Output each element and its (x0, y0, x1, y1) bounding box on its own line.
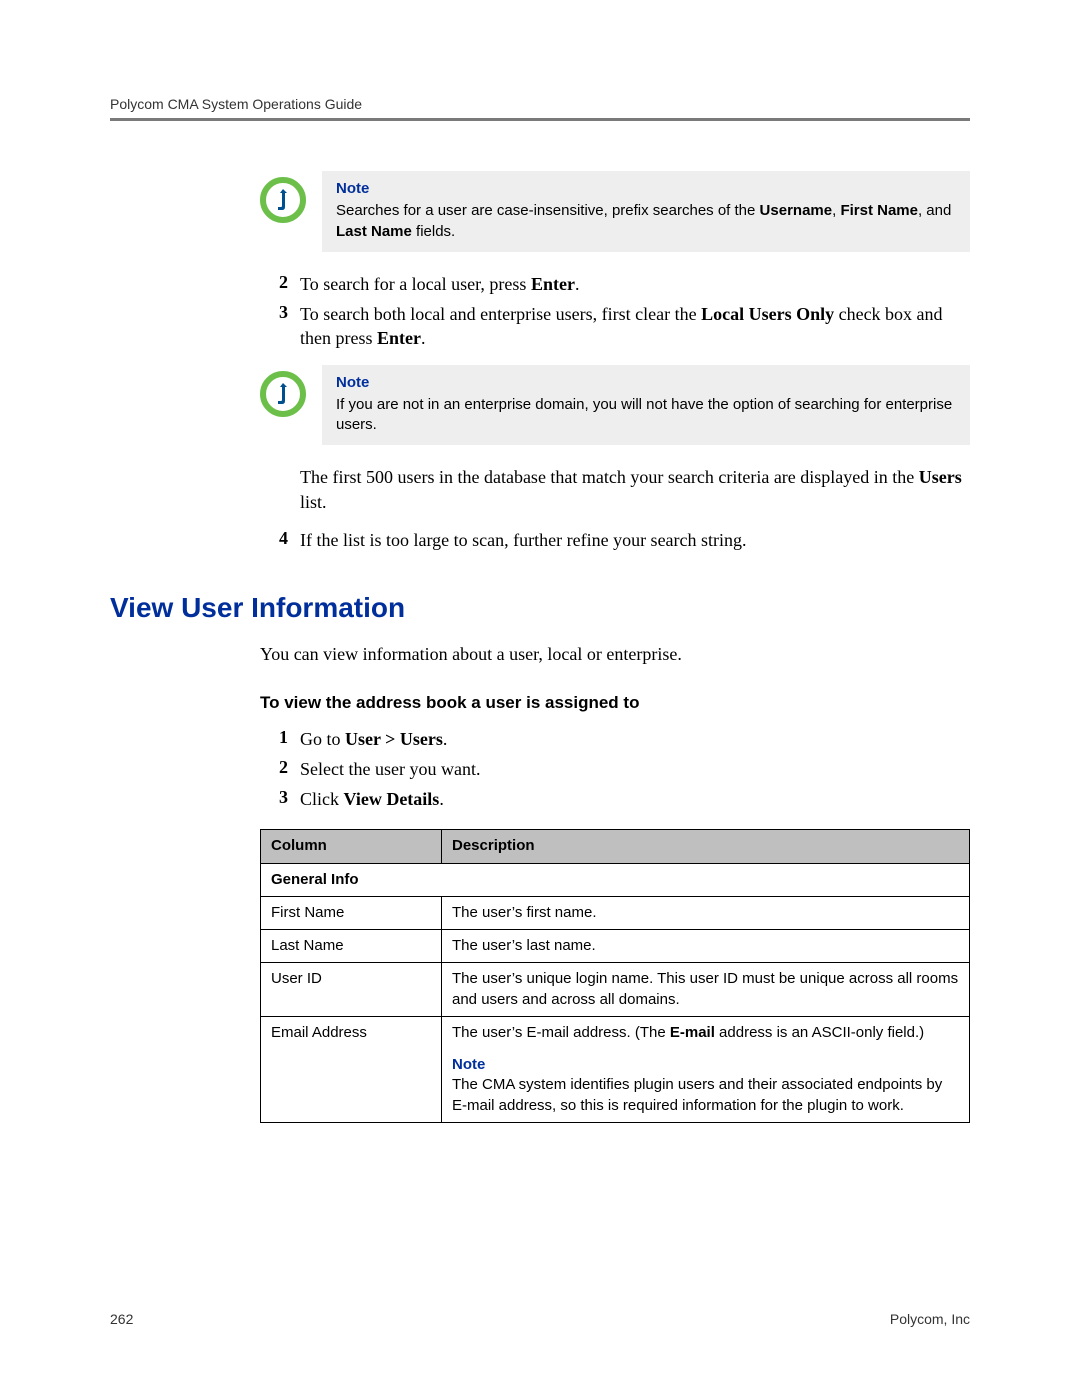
table-row: User ID The user’s unique login name. Th… (261, 963, 970, 1017)
table-cell: The user’s unique login name. This user … (442, 963, 970, 1017)
step-number: 3 (260, 302, 300, 351)
note-text: Searches for a user are case-insensitive… (336, 202, 951, 239)
step-text: To search for a local user, press Enter. (300, 272, 970, 296)
header-rule (110, 118, 970, 121)
body-paragraph: The first 500 users in the database that… (300, 465, 970, 514)
page-number: 262 (110, 1311, 133, 1327)
page-footer: 262 Polycom, Inc (110, 1311, 970, 1327)
note-block-1: Note Searches for a user are case-insens… (260, 171, 970, 252)
table-header-column: Column (261, 830, 442, 863)
body-paragraph: You can view information about a user, l… (260, 642, 970, 666)
step-number: 1 (260, 727, 300, 751)
table-row: Last Name The user’s last name. (261, 930, 970, 963)
page: Polycom CMA System Operations Guide Note… (0, 0, 1080, 1397)
section-heading: View User Information (110, 592, 970, 624)
step-list: 4 If the list is too large to scan, furt… (260, 528, 970, 552)
list-item: 3 Click View Details. (260, 787, 970, 811)
table-note-text: The CMA system identifies plugin users a… (452, 1075, 959, 1116)
step-number: 4 (260, 528, 300, 552)
table-section-row: General Info (261, 863, 970, 896)
company-name: Polycom, Inc (890, 1311, 970, 1327)
note-text: If you are not in an enterprise domain, … (336, 396, 952, 433)
note-title: Note (336, 373, 956, 393)
table-header-description: Description (442, 830, 970, 863)
table-cell: The user’s first name. (442, 896, 970, 929)
note-title: Note (336, 179, 956, 199)
list-item: 4 If the list is too large to scan, furt… (260, 528, 970, 552)
table-section-label: General Info (261, 863, 970, 896)
list-item: 2 Select the user you want. (260, 757, 970, 781)
note-icon (260, 371, 306, 417)
note-body: Note Searches for a user are case-insens… (322, 171, 970, 252)
table-note-title: Note (452, 1055, 959, 1075)
table-cell: The user’s last name. (442, 930, 970, 963)
step-number: 3 (260, 787, 300, 811)
table-cell: The user’s E-mail address. (The E-mail a… (442, 1016, 970, 1122)
table-cell: User ID (261, 963, 442, 1017)
list-item: 2 To search for a local user, press Ente… (260, 272, 970, 296)
table-cell: First Name (261, 896, 442, 929)
step-text: Select the user you want. (300, 757, 970, 781)
running-header: Polycom CMA System Operations Guide (110, 96, 970, 112)
step-text: Go to User > Users. (300, 727, 970, 751)
step-text: If the list is too large to scan, furthe… (300, 528, 970, 552)
info-table: Column Description General Info First Na… (260, 829, 970, 1123)
table-row: First Name The user’s first name. (261, 896, 970, 929)
step-text: Click View Details. (300, 787, 970, 811)
note-body: Note If you are not in an enterprise dom… (322, 365, 970, 446)
step-number: 2 (260, 272, 300, 296)
table-cell: Last Name (261, 930, 442, 963)
note-icon (260, 177, 306, 223)
table-row: Email Address The user’s E-mail address.… (261, 1016, 970, 1122)
table-cell: Email Address (261, 1016, 442, 1122)
list-item: 3 To search both local and enterprise us… (260, 302, 970, 351)
content-area: Note Searches for a user are case-insens… (260, 171, 970, 1123)
procedure-title: To view the address book a user is assig… (260, 693, 970, 713)
step-list: 2 To search for a local user, press Ente… (260, 272, 970, 351)
step-number: 2 (260, 757, 300, 781)
step-text: To search both local and enterprise user… (300, 302, 970, 351)
note-block-2: Note If you are not in an enterprise dom… (260, 365, 970, 446)
step-list: 1 Go to User > Users. 2 Select the user … (260, 727, 970, 812)
table-header-row: Column Description (261, 830, 970, 863)
list-item: 1 Go to User > Users. (260, 727, 970, 751)
